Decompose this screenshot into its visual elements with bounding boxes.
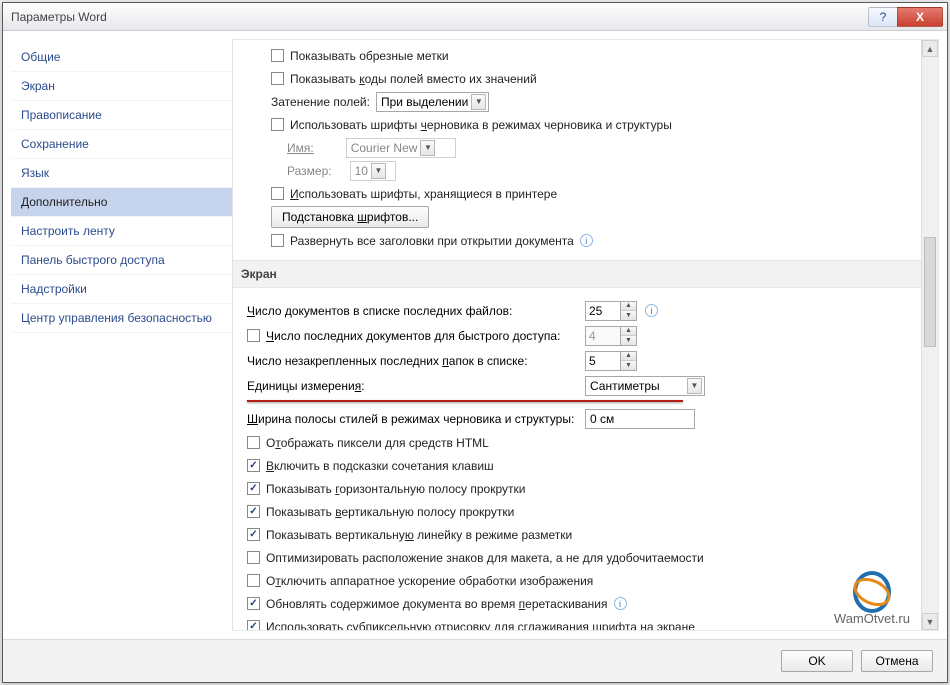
label-units: Единицы измерения: [247,379,577,393]
label-folders: Число незакрепленных последних папок в с… [247,354,577,368]
main-panel: Показывать обрезные метки Показывать код… [233,39,939,631]
sidebar: Общие Экран Правописание Сохранение Язык… [11,39,233,631]
select-units-value: Сантиметры [590,379,660,393]
label-vscroll: Показывать вертикальную полосу прокрутки [266,505,514,519]
checkbox-expand-headers[interactable] [271,234,284,247]
checkbox-crop-marks[interactable] [271,49,284,62]
info-icon[interactable]: i [645,304,658,317]
titlebar[interactable]: Параметры Word ? X [3,3,947,31]
input-style-width[interactable] [585,409,695,429]
checkbox-hscroll[interactable] [247,482,260,495]
spin-up-icon[interactable]: ▲ [621,302,636,311]
checkbox-field-codes[interactable] [271,72,284,85]
select-field-shading-value: При выделении [381,95,468,109]
scroll-down-icon[interactable]: ▼ [922,613,938,630]
info-icon[interactable]: i [580,234,593,247]
label-tooltips-keys: Включить в подсказки сочетания клавиш [266,459,494,473]
label-font-size: Размер: [287,164,332,178]
input-recent-count[interactable] [586,302,620,320]
label-drag-update: Обновлять содержимое документа во время … [266,597,608,611]
label-subpixel: Использовать субпиксельную отрисовку для… [266,620,695,631]
help-button[interactable]: ? [868,7,898,27]
spinner-recent-count[interactable]: ▲▼ [585,301,637,321]
label-html-pixels: Отображать пиксели для средств HTML [266,436,489,450]
checkbox-optimize-layout[interactable] [247,551,260,564]
sidebar-item-proofing[interactable]: Правописание [11,101,232,130]
word-options-dialog: Параметры Word ? X Общие Экран Правописа… [2,2,948,683]
window-buttons: ? X [869,7,943,27]
window-title: Параметры Word [11,10,869,24]
scroll-content: Показывать обрезные метки Показывать код… [233,40,938,630]
chevron-down-icon: ▼ [371,163,386,179]
input-folders[interactable] [586,352,620,370]
spin-up-icon[interactable]: ▲ [621,352,636,361]
sidebar-item-language[interactable]: Язык [11,159,232,188]
label-hscroll: Показывать горизонтальную полосу прокрут… [266,482,525,496]
label-expand-headers: Развернуть все заголовки при открытии до… [290,234,574,248]
label-optimize-layout: Оптимизировать расположение знаков для м… [266,551,704,565]
highlight-line [247,400,683,402]
label-field-shading: Затенение полей: [271,95,370,109]
chevron-down-icon: ▼ [471,94,486,110]
dialog-footer: OK Отмена [3,639,947,682]
checkbox-tooltips-keys[interactable] [247,459,260,472]
label-field-codes: Показывать коды полей вместо их значений [290,72,537,86]
label-hw-accel: Отключить аппаратное ускорение обработки… [266,574,593,588]
sidebar-item-addins[interactable]: Надстройки [11,275,232,304]
sidebar-item-customize-ribbon[interactable]: Настроить ленту [11,217,232,246]
spinner-quick-count: ▲▼ [585,326,637,346]
label-vruler: Показывать вертикальную линейку в режиме… [266,528,572,542]
vertical-scrollbar[interactable]: ▲ ▼ [921,40,938,630]
spin-down-icon: ▼ [621,336,636,345]
sidebar-item-general[interactable]: Общие [11,43,232,72]
checkbox-vscroll[interactable] [247,505,260,518]
info-icon[interactable]: i [614,597,627,610]
label-quick-count: Число последних документов для быстрого … [266,329,560,343]
sidebar-item-save[interactable]: Сохранение [11,130,232,159]
checkbox-vruler[interactable] [247,528,260,541]
scroll-up-icon[interactable]: ▲ [922,40,938,57]
label-draft-font: Использовать шрифты черновика в режимах … [290,118,672,132]
label-font-name: Имя: [287,141,314,155]
scroll-thumb[interactable] [924,237,936,347]
select-field-shading[interactable]: При выделении ▼ [376,92,489,112]
checkbox-printer-fonts[interactable] [271,187,284,200]
scroll-track[interactable] [922,57,938,613]
close-button[interactable]: X [897,7,943,27]
sidebar-item-display[interactable]: Экран [11,72,232,101]
font-substitution-button[interactable]: Подстановка шрифтов... [271,206,429,228]
spinner-folders[interactable]: ▲▼ [585,351,637,371]
sidebar-item-advanced[interactable]: Дополнительно [11,188,232,217]
select-font-name: Courier New ▼ [346,138,456,158]
spin-down-icon[interactable]: ▼ [621,311,636,320]
label-style-width: Ширина полосы стилей в режимах черновика… [247,412,577,426]
spin-up-icon: ▲ [621,327,636,336]
label-printer-fonts: Использовать шрифты, хранящиеся в принте… [290,187,557,201]
checkbox-hw-accel[interactable] [247,574,260,587]
label-crop-marks: Показывать обрезные метки [290,49,449,63]
checkbox-subpixel[interactable] [247,620,260,630]
select-font-size: 10 ▼ [350,161,396,181]
cancel-button[interactable]: Отмена [861,650,933,672]
checkbox-quick-count[interactable] [247,329,260,342]
select-font-name-value: Courier New [351,141,418,155]
sidebar-item-quick-access[interactable]: Панель быстрого доступа [11,246,232,275]
spin-down-icon[interactable]: ▼ [621,361,636,370]
checkbox-draft-font[interactable] [271,118,284,131]
checkbox-html-pixels[interactable] [247,436,260,449]
input-quick-count [586,327,620,345]
sidebar-item-trust-center[interactable]: Центр управления безопасностью [11,304,232,333]
dialog-body: Общие Экран Правописание Сохранение Язык… [3,31,947,639]
chevron-down-icon: ▼ [687,378,702,394]
checkbox-drag-update[interactable] [247,597,260,610]
select-font-size-value: 10 [355,164,368,178]
chevron-down-icon: ▼ [420,140,435,156]
select-units[interactable]: Сантиметры ▼ [585,376,705,396]
ok-button[interactable]: OK [781,650,853,672]
section-screen: Экран [233,260,930,288]
